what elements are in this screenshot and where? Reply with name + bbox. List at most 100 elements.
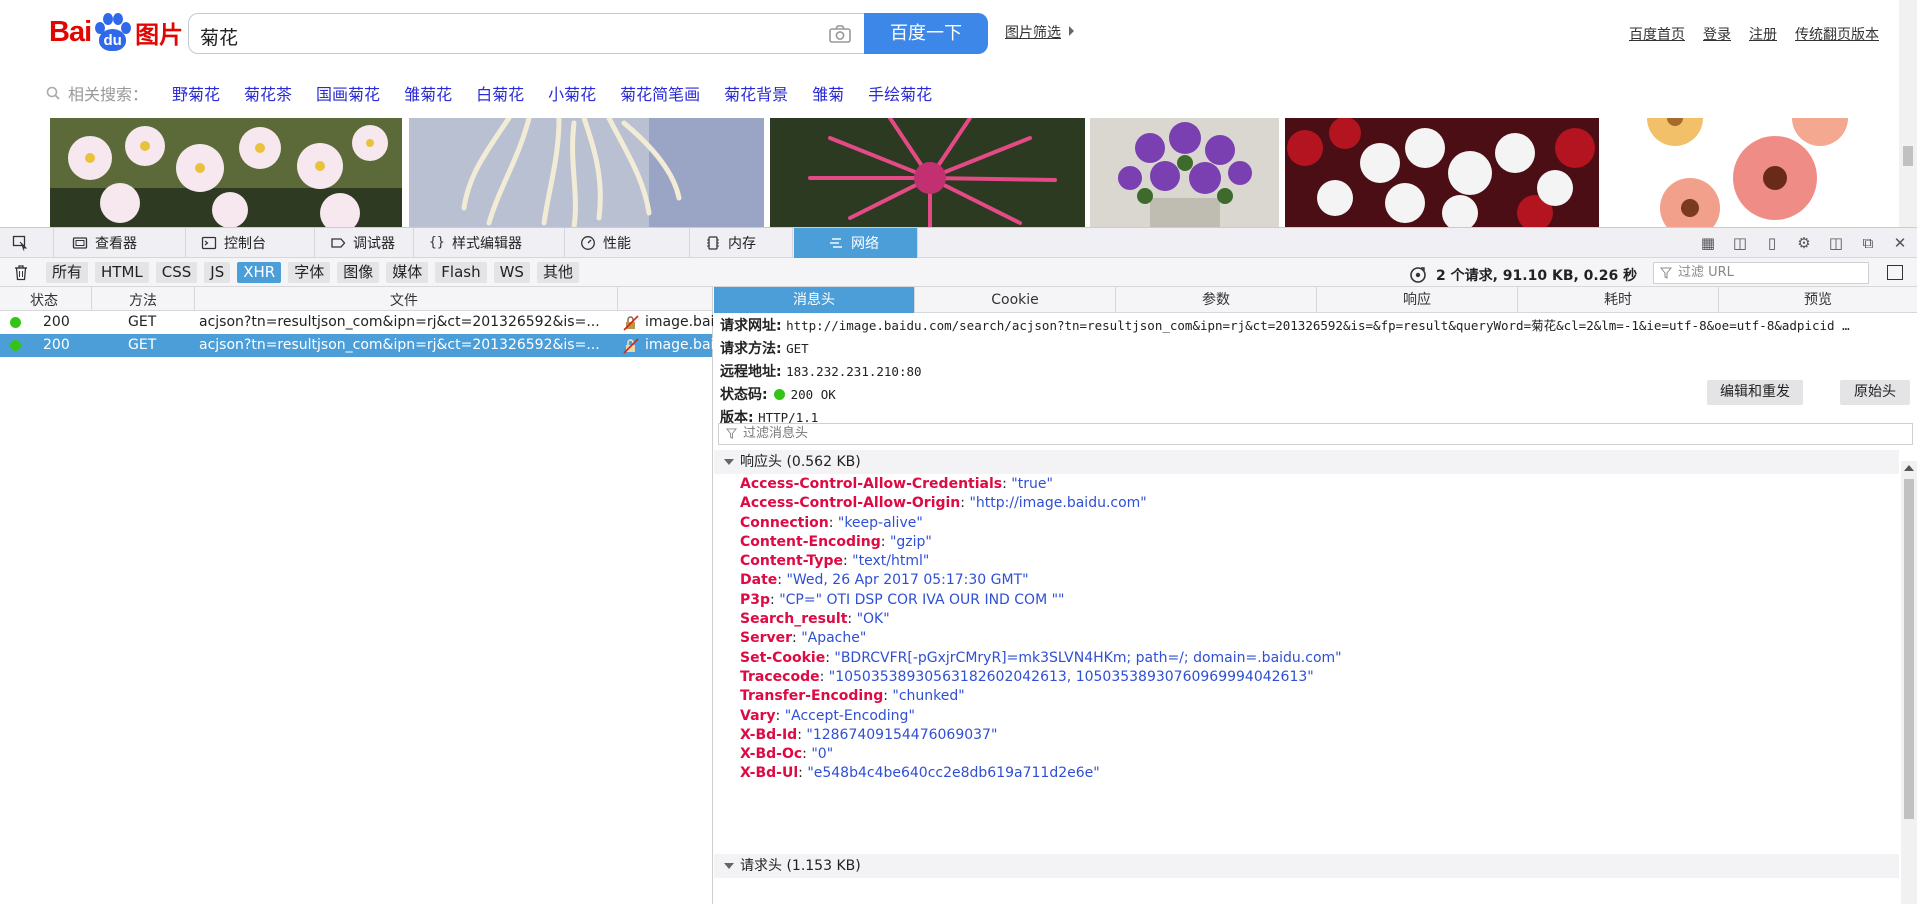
tab-network[interactable]: 网络	[794, 228, 918, 258]
tab-inspector[interactable]: 查看器	[58, 228, 186, 258]
related-keyword[interactable]: 国画菊花	[316, 81, 380, 105]
header-row[interactable]: X-Bd-Oc: "0"	[714, 745, 1899, 764]
request-headers-section[interactable]: 请求头 (1.153 KB)	[714, 854, 1899, 878]
screenshot-icon[interactable]: ▯	[1763, 234, 1781, 252]
tab-params[interactable]: 参数	[1116, 287, 1317, 313]
link-baidu-home[interactable]: 百度首页	[1629, 24, 1685, 44]
close-icon[interactable]: ✕	[1891, 234, 1909, 252]
filter-images[interactable]: 图像	[337, 262, 380, 283]
filter-html[interactable]: HTML	[95, 262, 149, 283]
undock-icon[interactable]: ⧉	[1859, 234, 1877, 252]
filter-css[interactable]: CSS	[155, 262, 198, 283]
tab-memory[interactable]: 内存	[691, 228, 793, 258]
reload-stopwatch-icon[interactable]	[1409, 266, 1427, 284]
related-keyword[interactable]: 小菊花	[548, 81, 596, 105]
result-image[interactable]	[1285, 118, 1599, 227]
page-scroll-thumb[interactable]	[1903, 146, 1913, 166]
filter-all[interactable]: 所有	[46, 262, 89, 283]
header-row[interactable]: X-Bd-Id: "12867409154476069037"	[714, 726, 1899, 745]
header-row[interactable]: Date: "Wed, 26 Apr 2017 05:17:30 GMT"	[714, 571, 1899, 590]
column-file[interactable]: 文件	[390, 290, 418, 310]
header-row[interactable]: Search_result: "OK"	[714, 610, 1899, 629]
element-picker-button[interactable]	[0, 228, 54, 258]
result-image[interactable]	[770, 118, 1085, 227]
baidu-image-logo[interactable]: Bai du 图片	[49, 10, 183, 54]
tab-headers[interactable]: 消息头	[714, 287, 915, 313]
tab-style-editor[interactable]: {} 样式编辑器	[415, 228, 565, 258]
column-method[interactable]: 方法	[129, 290, 157, 310]
url-filter-input[interactable]: 过滤 URL	[1653, 262, 1869, 284]
edit-resend-button[interactable]: 编辑和重发	[1707, 380, 1803, 405]
filter-fonts[interactable]: 字体	[288, 262, 331, 283]
tab-preview[interactable]: 预览	[1719, 287, 1917, 313]
tab-cookie[interactable]: Cookie	[915, 287, 1116, 313]
search-input[interactable]: 菊花	[188, 13, 864, 54]
header-row[interactable]: Content-Type: "text/html"	[714, 552, 1899, 571]
related-keyword[interactable]: 菊花背景	[724, 81, 788, 105]
tab-console[interactable]: 控制台	[187, 228, 315, 258]
header-filter-input[interactable]: 过滤消息头	[718, 423, 1913, 445]
related-keyword[interactable]: 野菊花	[172, 81, 220, 105]
scroll-up-icon[interactable]	[1904, 465, 1914, 471]
tab-label: 性能	[603, 236, 631, 252]
related-keyword[interactable]: 菊花茶	[244, 81, 292, 105]
header-row[interactable]: Tracecode: "10503538930563182602042613, …	[714, 668, 1899, 687]
response-headers-section[interactable]: 响应头 (0.562 KB)	[714, 450, 1899, 474]
tab-response[interactable]: 响应	[1317, 287, 1518, 313]
result-image[interactable]	[409, 118, 764, 227]
trash-icon[interactable]	[13, 264, 29, 281]
request-url[interactable]: http://image.baidu.com/search/acjson?tn=…	[786, 318, 1850, 333]
search-button[interactable]: 百度一下	[864, 13, 988, 54]
filter-js[interactable]: JS	[204, 262, 231, 283]
gear-icon[interactable]: ⚙	[1795, 234, 1813, 252]
filter-flash[interactable]: Flash	[435, 262, 487, 283]
scratchpad-icon[interactable]: ◫	[1731, 234, 1749, 252]
result-image[interactable]	[50, 118, 402, 227]
related-searches: 相关搜索： 野菊花 菊花茶 国画菊花 雏菊花 白菊花 小菊花 菊花简笔画 菊花背…	[46, 81, 956, 105]
header-row[interactable]: Access-Control-Allow-Origin: "http://ima…	[714, 494, 1899, 513]
remote-address-line: 远程地址: 183.232.231.210:80	[720, 361, 922, 381]
camera-icon[interactable]	[828, 24, 852, 44]
header-row[interactable]: Set-Cookie: "BDRCVFR[-pGxjrCMryR]=mk3SLV…	[714, 649, 1899, 668]
tab-performance[interactable]: 性能	[566, 228, 690, 258]
table-row-selected[interactable]: 200 GET acjson?tn=resultjson_com&ipn=rj&…	[0, 334, 713, 357]
filter-other[interactable]: 其他	[536, 262, 579, 283]
tab-timings[interactable]: 耗时	[1518, 287, 1719, 313]
row-method: GET	[128, 337, 157, 353]
details-scroll-thumb[interactable]	[1904, 479, 1914, 819]
raw-headers-button[interactable]: 原始头	[1840, 380, 1910, 405]
column-status[interactable]: 状态	[30, 290, 58, 310]
header-row[interactable]: Access-Control-Allow-Credentials: "true"	[714, 475, 1899, 494]
dock-side-icon[interactable]: ◫	[1827, 234, 1845, 252]
related-keyword[interactable]: 白菊花	[476, 81, 524, 105]
filter-xhr[interactable]: XHR	[237, 262, 282, 283]
header-row[interactable]: Server: "Apache"	[714, 629, 1899, 648]
paw-icon: du	[92, 12, 132, 52]
header-row[interactable]: Vary: "Accept-Encoding"	[714, 707, 1899, 726]
related-keyword[interactable]: 菊花简笔画	[620, 81, 700, 105]
header-row[interactable]: P3p: "CP=" OTI DSP COR IVA OUR IND COM "…	[714, 591, 1899, 610]
header-row[interactable]: X-Bd-Ul: "e548b4c4be640cc2e8db619a711d2e…	[714, 764, 1899, 783]
header-row[interactable]: Connection: "keep-alive"	[714, 514, 1899, 533]
result-image[interactable]	[1090, 118, 1279, 227]
header-row[interactable]: Transfer-Encoding: "chunked"	[714, 687, 1899, 706]
filter-media[interactable]: 媒体	[386, 262, 429, 283]
related-keyword[interactable]: 雏菊	[812, 81, 844, 105]
row-method: GET	[128, 314, 157, 330]
pic-filter-link[interactable]: 图片筛选	[1005, 22, 1061, 42]
responsive-mode-icon[interactable]: ▦	[1699, 234, 1717, 252]
header-row[interactable]: Content-Encoding: "gzip"	[714, 533, 1899, 552]
filter-ws[interactable]: WS	[493, 262, 530, 283]
link-register[interactable]: 注册	[1749, 24, 1777, 44]
tab-debugger[interactable]: 调试器	[316, 228, 414, 258]
link-login[interactable]: 登录	[1703, 24, 1731, 44]
toggle-sidebar-icon[interactable]	[1887, 265, 1903, 280]
link-classic-paging[interactable]: 传统翻页版本	[1795, 24, 1879, 44]
related-keyword[interactable]: 雏菊花	[404, 81, 452, 105]
details-scrollbar[interactable]	[1901, 461, 1917, 904]
row-file: acjson?tn=resultjson_com&ipn=rj&ct=20132…	[199, 314, 600, 330]
result-image[interactable]	[1605, 118, 1890, 227]
table-row[interactable]: 200 GET acjson?tn=resultjson_com&ipn=rj&…	[0, 311, 713, 334]
page-scrollbar[interactable]	[1899, 0, 1917, 227]
related-keyword[interactable]: 手绘菊花	[868, 81, 932, 105]
